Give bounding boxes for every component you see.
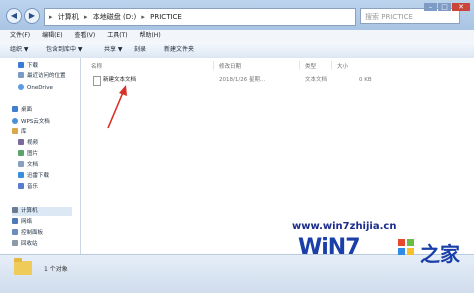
- sidebar-item-label: 视频: [27, 140, 39, 146]
- windows-flag-icon: [398, 239, 414, 255]
- menu-view[interactable]: 查看(V): [74, 30, 95, 42]
- sidebar-item-videos[interactable]: 视频: [18, 139, 38, 148]
- sidebar-item-control-panel[interactable]: 控制面板: [12, 229, 43, 238]
- sidebar-item-label: 库: [21, 129, 27, 135]
- sidebar-item-pictures[interactable]: 图片: [18, 150, 38, 159]
- sidebar-item-documents[interactable]: 文档: [18, 161, 38, 170]
- minimize-button[interactable]: –: [424, 3, 437, 11]
- column-header-name[interactable]: 名称: [91, 62, 102, 70]
- sidebar-item-computer[interactable]: 计算机: [12, 207, 72, 216]
- menu-bar: 文件(F) 编辑(E) 查看(V) 工具(T) 帮助(H): [0, 30, 474, 42]
- sidebar-item-libraries[interactable]: 库: [12, 128, 27, 137]
- title-bar: ◀ ▶ ▸ 计算机 ▸ 本地磁盘 (D:) ▸ PRICTICE 搜索 PRIC…: [0, 0, 474, 30]
- sidebar-item-recycle-bin[interactable]: 回收站: [12, 240, 38, 249]
- menu-help[interactable]: 帮助(H): [139, 30, 160, 42]
- sidebar-item-label: 回收站: [21, 241, 38, 247]
- menu-tools[interactable]: 工具(T): [107, 30, 127, 42]
- column-divider[interactable]: [331, 61, 332, 70]
- breadcrumb-computer[interactable]: 计算机: [58, 13, 79, 21]
- breadcrumb-drive-d[interactable]: 本地磁盘 (D:): [93, 13, 136, 21]
- sidebar-item-downloads[interactable]: 下载: [18, 62, 38, 71]
- watermark-url: www.win7zhijia.cn: [292, 221, 397, 232]
- watermark-home-text: 之家: [420, 242, 460, 266]
- sidebar-item-label: 控制面板: [21, 230, 44, 236]
- onedrive-icon: [18, 84, 24, 90]
- sidebar-item-label: 最近访问的位置: [27, 73, 66, 79]
- red-pointer-arrow: [107, 85, 127, 129]
- include-in-library-button[interactable]: 包含到库中 ▼: [46, 42, 83, 58]
- file-type: 文本文档: [305, 77, 328, 83]
- watermark-brand: WiN7: [298, 235, 361, 260]
- sidebar-item-label: 下载: [27, 63, 39, 69]
- video-icon: [18, 139, 24, 145]
- file-row[interactable]: 新建文本文档 2018/1/26 星期... 文本文档 0 KB: [89, 75, 389, 86]
- sidebar-item-onedrive[interactable]: OneDrive: [18, 84, 53, 93]
- pictures-icon: [18, 150, 24, 156]
- navigation-pane: 下载 最近访问的位置 OneDrive 桌面 WPS云文档 库 视频 图片 文档…: [0, 58, 81, 254]
- sidebar-item-label: WPS云文档: [21, 119, 50, 125]
- breadcrumb-prictice[interactable]: PRICTICE: [150, 13, 182, 21]
- forward-button[interactable]: ▶: [24, 8, 40, 24]
- column-divider[interactable]: [299, 61, 300, 70]
- sidebar-item-label: OneDrive: [27, 85, 53, 91]
- sidebar-item-label: 图片: [27, 151, 39, 157]
- sidebar-item-label: 迅雷下载: [27, 173, 50, 179]
- status-bar: 1 个对象: [0, 254, 474, 293]
- file-size: 0 KB: [359, 77, 372, 83]
- text-file-icon: [93, 76, 101, 86]
- sidebar-item-label: 音乐: [27, 184, 39, 190]
- folder-icon: [14, 258, 32, 275]
- share-button[interactable]: 共享 ▼: [104, 42, 123, 58]
- explorer-window: ◀ ▶ ▸ 计算机 ▸ 本地磁盘 (D:) ▸ PRICTICE 搜索 PRIC…: [0, 0, 474, 293]
- organize-button[interactable]: 组织 ▼: [10, 42, 29, 58]
- file-date: 2018/1/26 星期...: [219, 77, 266, 83]
- menu-edit[interactable]: 编辑(E): [42, 30, 62, 42]
- sidebar-item-xunlei[interactable]: 迅雷下载: [18, 172, 49, 181]
- recycle-bin-icon: [12, 240, 18, 246]
- column-header-type[interactable]: 类型: [305, 62, 316, 70]
- control-panel-icon: [12, 229, 18, 235]
- maximize-button[interactable]: □: [438, 3, 451, 11]
- sidebar-item-network[interactable]: 网络: [12, 218, 32, 227]
- sidebar-item-label: 文档: [27, 162, 39, 168]
- column-header-size[interactable]: 大小: [337, 62, 348, 70]
- sidebar-item-desktop[interactable]: 桌面: [12, 106, 32, 115]
- breadcrumb-separator: ▸: [141, 13, 145, 21]
- xunlei-download-icon: [18, 172, 24, 178]
- computer-icon: [12, 207, 18, 213]
- column-divider[interactable]: [213, 61, 214, 70]
- address-bar[interactable]: ▸ 计算机 ▸ 本地磁盘 (D:) ▸ PRICTICE: [44, 8, 356, 26]
- close-button[interactable]: ✕: [452, 3, 470, 11]
- downloads-icon: [18, 62, 24, 68]
- music-icon: [18, 183, 24, 189]
- column-header-date[interactable]: 修改日期: [219, 62, 241, 70]
- command-bar: 组织 ▼ 包含到库中 ▼ 共享 ▼ 刻录 新建文件夹: [0, 42, 474, 59]
- sidebar-item-label: 计算机: [21, 208, 38, 214]
- breadcrumb-separator: ▸: [83, 13, 88, 21]
- sidebar-item-wps[interactable]: WPS云文档: [12, 118, 50, 127]
- documents-icon: [18, 161, 24, 167]
- desktop-icon: [12, 106, 18, 112]
- library-icon: [12, 128, 18, 134]
- sidebar-item-label: 桌面: [21, 107, 33, 113]
- status-item-count: 1 个对象: [44, 266, 68, 273]
- recent-places-icon: [18, 72, 24, 78]
- breadcrumb-separator: ▸: [49, 13, 53, 21]
- network-icon: [12, 218, 18, 224]
- menu-file[interactable]: 文件(F): [10, 30, 30, 42]
- new-folder-button[interactable]: 新建文件夹: [164, 42, 194, 58]
- sidebar-item-recent[interactable]: 最近访问的位置: [18, 72, 66, 81]
- sidebar-item-music[interactable]: 音乐: [18, 183, 38, 192]
- sidebar-item-label: 网络: [21, 219, 33, 225]
- back-button[interactable]: ◀: [6, 8, 22, 24]
- burn-button[interactable]: 刻录: [134, 42, 146, 58]
- file-list: 名称 修改日期 类型 大小 新建文本文档 2018/1/26 星期... 文本文…: [81, 58, 474, 254]
- wps-cloud-icon: [12, 118, 18, 124]
